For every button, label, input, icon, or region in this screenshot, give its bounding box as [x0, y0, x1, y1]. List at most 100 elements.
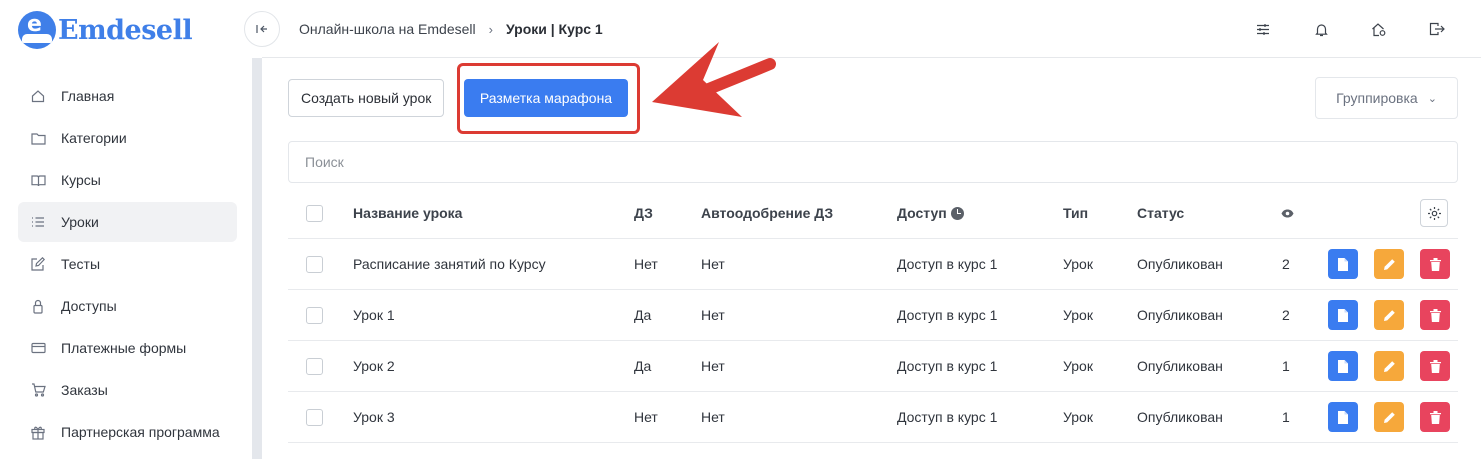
trash-icon — [1429, 257, 1441, 271]
lesson-auto-approve: Нет — [701, 307, 725, 323]
cart-icon — [30, 382, 46, 398]
lesson-status: Опубликован — [1137, 409, 1223, 425]
view-lesson-button[interactable] — [1328, 249, 1358, 279]
create-lesson-button[interactable]: Создать новый урок — [288, 79, 445, 117]
pencil-icon — [1383, 258, 1395, 270]
lesson-auto-approve: Нет — [701, 256, 725, 272]
edit-icon — [30, 256, 46, 272]
sidebar-item-label: Тесты — [61, 256, 101, 272]
column-status[interactable]: Статус — [1137, 205, 1184, 221]
lesson-status: Опубликован — [1137, 358, 1223, 374]
search-input[interactable]: Поиск — [288, 141, 1458, 183]
sidebar-item-orders[interactable]: Заказы — [18, 370, 237, 410]
table-row: Урок 1 Да Нет Доступ в курс 1 Урок Опубл… — [288, 290, 1458, 341]
column-dz[interactable]: ДЗ — [634, 205, 653, 221]
sidebar-item-home[interactable]: Главная — [18, 76, 237, 116]
lesson-name: Расписание занятий по Курсу — [353, 256, 546, 272]
lesson-dz: Нет — [634, 256, 658, 272]
lesson-auto-approve: Нет — [701, 358, 725, 374]
edit-lesson-button[interactable] — [1374, 402, 1404, 432]
row-checkbox[interactable] — [306, 255, 323, 273]
pencil-icon — [1383, 360, 1395, 372]
lesson-type: Урок — [1063, 307, 1093, 323]
lesson-name: Урок 1 — [353, 307, 395, 323]
table-settings-button[interactable] — [1420, 199, 1448, 227]
sidebar-item-categories[interactable]: Категории — [18, 118, 237, 158]
logout-icon[interactable] — [1427, 19, 1447, 39]
delete-lesson-button[interactable] — [1420, 249, 1450, 279]
gift-icon — [30, 424, 46, 440]
eye-icon — [1281, 206, 1295, 220]
sidebar-scroll-track — [252, 58, 262, 459]
row-checkbox[interactable] — [306, 306, 323, 324]
pencil-icon — [1383, 411, 1395, 423]
annotation-arrow-icon — [652, 42, 776, 117]
row-checkbox[interactable] — [306, 357, 323, 375]
sidebar-item-payment-forms[interactable]: Платежные формы — [18, 328, 237, 368]
header-actions — [1253, 19, 1447, 39]
row-checkbox[interactable] — [306, 408, 323, 426]
sidebar: e Emdesell Главная Категории Курсы Уроки… — [0, 0, 252, 459]
sidebar-item-label: Платежные формы — [61, 340, 187, 356]
breadcrumb: Онлайн-школа на Emdesell › Уроки | Курс … — [299, 21, 603, 37]
sidebar-item-label: Партнерская программа — [61, 424, 220, 440]
table-row: Урок 2 Да Нет Доступ в курс 1 Урок Опубл… — [288, 341, 1458, 392]
collapse-sidebar-button[interactable] — [244, 11, 280, 47]
view-lesson-button[interactable] — [1328, 402, 1358, 432]
lesson-dz: Да — [634, 307, 652, 323]
sidebar-item-courses[interactable]: Курсы — [18, 160, 237, 200]
bell-icon[interactable] — [1311, 19, 1331, 39]
book-icon — [30, 172, 46, 188]
column-access[interactable]: Доступ — [897, 205, 964, 221]
sidebar-item-access[interactable]: Доступы — [18, 286, 237, 326]
marathon-markup-button[interactable]: Разметка марафона — [464, 79, 628, 117]
view-lesson-button[interactable] — [1328, 351, 1358, 381]
lesson-name: Урок 3 — [353, 409, 395, 425]
clock-icon — [950, 206, 964, 220]
document-icon — [1338, 308, 1348, 322]
column-auto-approve[interactable]: Автоодобрение ДЗ — [701, 205, 833, 221]
delete-lesson-button[interactable] — [1420, 351, 1450, 381]
lesson-auto-approve: Нет — [701, 409, 725, 425]
sidebar-item-label: Главная — [61, 88, 115, 104]
home-settings-icon[interactable] — [1369, 19, 1389, 39]
logo[interactable]: e Emdesell — [18, 10, 193, 50]
logo-icon: e — [18, 11, 56, 49]
lesson-type: Урок — [1063, 256, 1093, 272]
select-all-checkbox[interactable] — [306, 204, 323, 222]
grouping-dropdown[interactable]: Группировка ⌄ — [1315, 77, 1458, 119]
sidebar-item-affiliate[interactable]: Партнерская программа — [18, 412, 237, 452]
document-icon — [1338, 359, 1348, 373]
lesson-dz: Нет — [634, 409, 658, 425]
sidebar-item-label: Доступы — [61, 298, 117, 314]
lesson-access: Доступ в курс 1 — [897, 256, 998, 272]
column-name[interactable]: Название урока — [353, 205, 462, 221]
document-icon — [1338, 410, 1348, 424]
delete-lesson-button[interactable] — [1420, 300, 1450, 330]
sidebar-nav: Главная Категории Курсы Уроки Тесты Дост… — [18, 76, 237, 454]
home-icon — [30, 88, 46, 104]
edit-lesson-button[interactable] — [1374, 249, 1404, 279]
folder-icon — [30, 130, 46, 146]
edit-lesson-button[interactable] — [1374, 351, 1404, 381]
gear-icon — [1427, 206, 1441, 220]
sliders-icon[interactable] — [1253, 19, 1273, 39]
trash-icon — [1429, 308, 1441, 322]
delete-lesson-button[interactable] — [1420, 402, 1450, 432]
lesson-type: Урок — [1063, 358, 1093, 374]
logo-text: Emdesell — [58, 14, 193, 46]
lesson-access: Доступ в курс 1 — [897, 358, 998, 374]
column-type[interactable]: Тип — [1063, 205, 1088, 221]
view-lesson-button[interactable] — [1328, 300, 1358, 330]
edit-lesson-button[interactable] — [1374, 300, 1404, 330]
sidebar-item-lessons[interactable]: Уроки — [18, 202, 237, 242]
lesson-views: 1 — [1282, 409, 1290, 425]
sidebar-item-label: Заказы — [61, 382, 108, 398]
list-icon — [30, 214, 46, 230]
column-access-label: Доступ — [897, 205, 947, 221]
lesson-access: Доступ в курс 1 — [897, 307, 998, 323]
lesson-access: Доступ в курс 1 — [897, 409, 998, 425]
sidebar-item-label: Категории — [61, 130, 127, 146]
sidebar-item-tests[interactable]: Тесты — [18, 244, 237, 284]
breadcrumb-school[interactable]: Онлайн-школа на Emdesell — [299, 21, 476, 37]
